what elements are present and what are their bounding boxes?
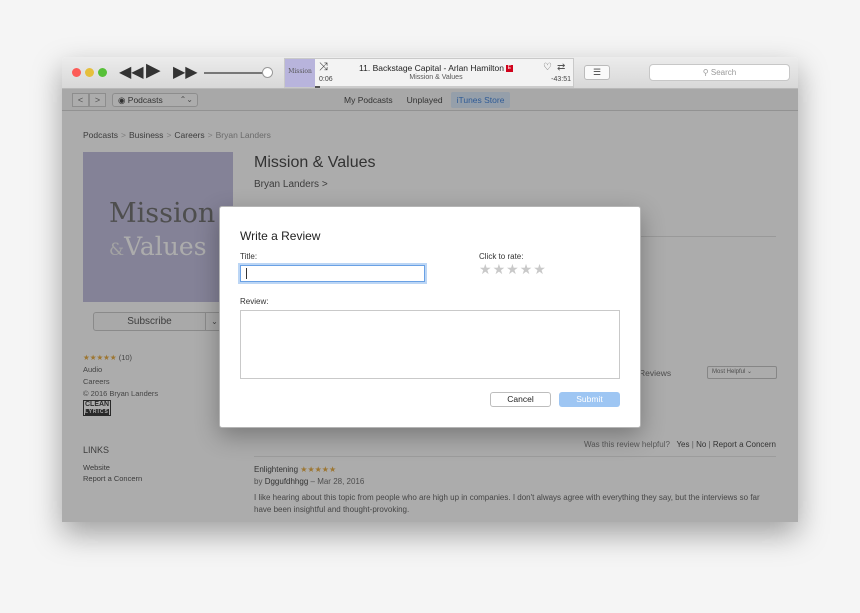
now-playing-artwork: Mission xyxy=(285,59,315,87)
heart-icon[interactable]: ♡ xyxy=(543,62,552,73)
now-playing-subtitle: Mission & Values xyxy=(409,74,463,81)
title-bar: ◀◀ ▶ ▶▶ Mission ⤨ 0:06 11. Backstage Cap… xyxy=(62,57,798,89)
remaining-time: -43:51 xyxy=(551,76,571,83)
review-body-textarea[interactable] xyxy=(240,310,620,379)
repeat-icon[interactable]: ⇄ xyxy=(557,62,565,73)
rewind-icon[interactable]: ◀◀ xyxy=(119,63,144,83)
list-icon: ☰ xyxy=(592,67,602,77)
shuffle-icon[interactable]: ⤨ xyxy=(319,61,328,74)
rating-input[interactable]: ★★★★★ xyxy=(479,261,547,278)
rate-star-2-icon[interactable]: ★ xyxy=(493,261,507,277)
volume-knob[interactable] xyxy=(262,67,273,78)
text-caret xyxy=(246,268,247,279)
playback-progress[interactable] xyxy=(315,86,573,88)
search-field[interactable]: ⚲ Search xyxy=(649,64,790,81)
now-playing-display[interactable]: Mission ⤨ 0:06 11. Backstage Capital - A… xyxy=(284,58,574,88)
submit-button[interactable]: Submit xyxy=(559,392,620,407)
write-review-dialog: Write a Review Title: Click to rate: ★★★… xyxy=(219,206,641,428)
play-icon[interactable]: ▶ xyxy=(146,61,161,81)
rate-star-4-icon[interactable]: ★ xyxy=(520,261,534,277)
volume-slider[interactable] xyxy=(204,72,268,74)
rate-star-3-icon[interactable]: ★ xyxy=(506,261,520,277)
zoom-window-button[interactable] xyxy=(98,68,107,77)
cancel-button[interactable]: Cancel xyxy=(490,392,551,407)
minimize-window-button[interactable] xyxy=(85,68,94,77)
search-placeholder: Search xyxy=(710,68,737,77)
now-playing-title-text: 11. Backstage Capital - Arlan Hamilton xyxy=(359,63,504,73)
elapsed-time: 0:06 xyxy=(319,76,333,83)
now-playing-title: 11. Backstage Capital - Arlan Hamilton E xyxy=(341,63,531,73)
rate-star-5-icon[interactable]: ★ xyxy=(533,261,547,277)
rate-label: Click to rate: xyxy=(479,252,524,261)
playback-progress-fill xyxy=(315,86,321,88)
explicit-badge: E xyxy=(505,65,513,73)
review-title-input[interactable] xyxy=(240,265,425,282)
fast-forward-icon[interactable]: ▶▶ xyxy=(173,63,198,83)
up-next-button[interactable]: ☰ xyxy=(584,65,610,80)
review-title-label: Title: xyxy=(240,252,258,261)
search-icon: ⚲ xyxy=(702,68,711,77)
close-window-button[interactable] xyxy=(72,68,81,77)
dialog-title: Write a Review xyxy=(240,229,321,243)
rate-star-1-icon[interactable]: ★ xyxy=(479,261,493,277)
review-body-label: Review: xyxy=(240,297,269,306)
